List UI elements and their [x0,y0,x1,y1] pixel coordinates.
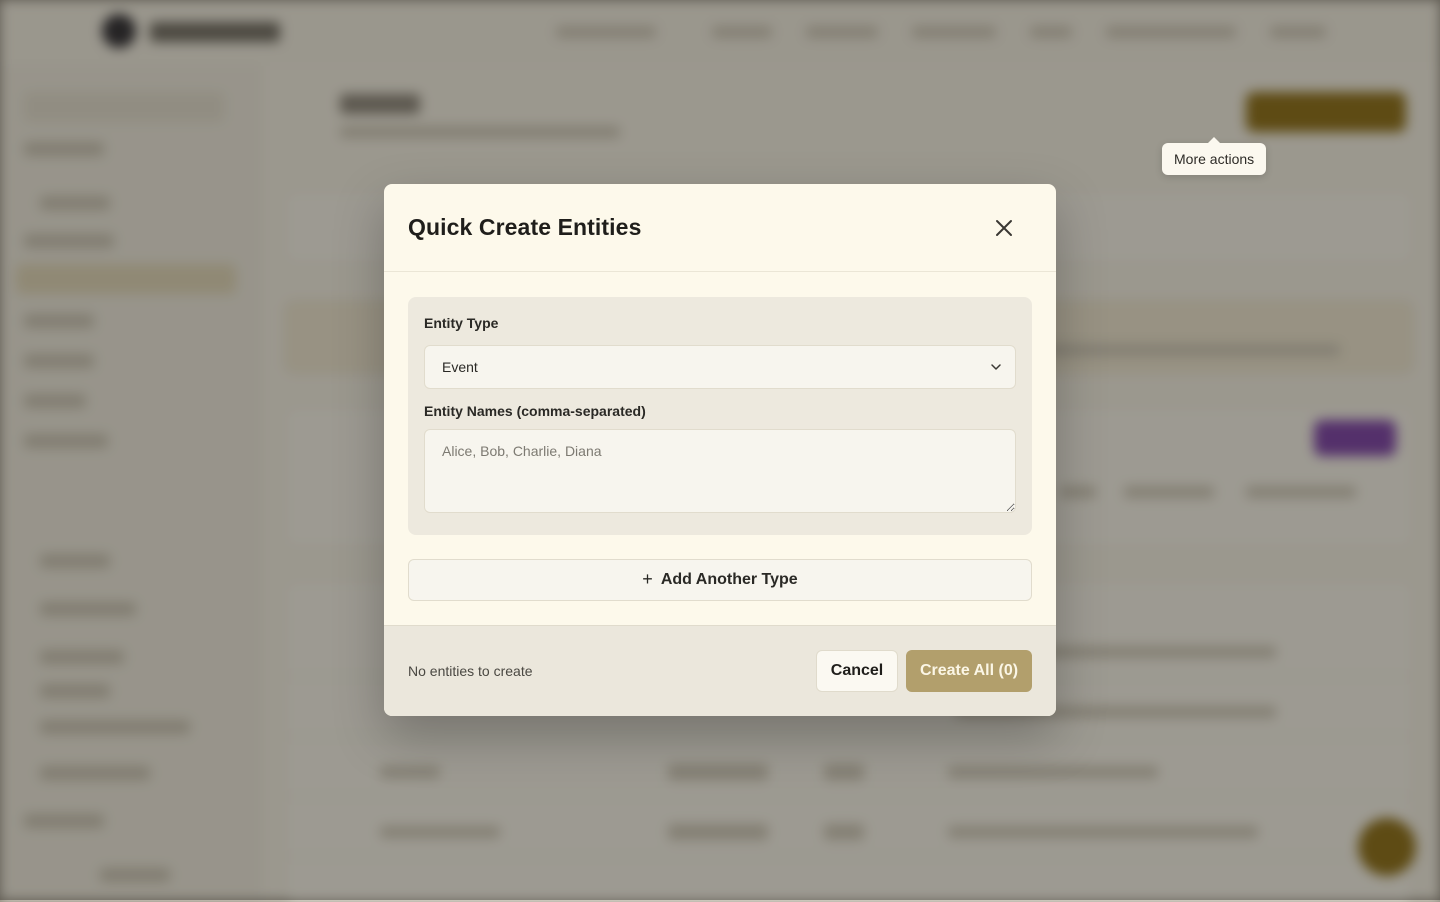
close-button[interactable] [988,212,1020,244]
entity-names-label: Entity Names (comma-separated) [424,403,646,419]
entity-type-label: Entity Type [424,315,499,331]
dialog-footer: No entities to create Cancel Create All … [384,625,1056,716]
add-another-type-label: Add Another Type [660,571,798,588]
cancel-button[interactable]: Cancel [816,650,898,692]
entity-type-selected-value: Event [442,359,478,375]
dialog-header: Quick Create Entities [384,184,1056,272]
entity-count-status: No entities to create [408,663,533,679]
plus-icon: + [642,569,653,589]
quick-create-dialog: Quick Create Entities Entity Type Event … [384,184,1056,716]
entity-type-select[interactable]: Event [424,345,1016,389]
chevron-down-icon [991,364,1001,370]
close-icon [996,220,1012,236]
add-another-type-button[interactable]: + Add Another Type [408,559,1032,601]
entity-names-input[interactable] [424,429,1016,513]
dialog-title: Quick Create Entities [408,214,642,240]
create-all-button[interactable]: Create All (0) [906,650,1032,692]
entity-type-card: Entity Type Event Entity Names (comma-se… [408,297,1032,535]
more-actions-tooltip: More actions [1162,137,1267,175]
